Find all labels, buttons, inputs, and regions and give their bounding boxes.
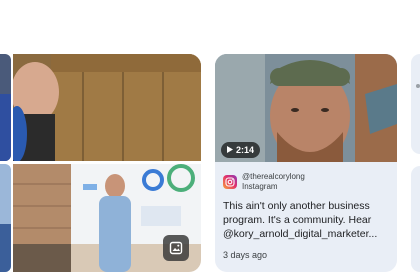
card-partial-right-bottom[interactable] — [411, 166, 420, 272]
post-timestamp: 3 days ago — [223, 250, 268, 260]
social-post-card[interactable]: 2:14 @therealcorylong Instagram This ain… — [215, 54, 397, 272]
card-partial-right-top[interactable] — [411, 54, 420, 154]
image-thumbnail-partial-left-top[interactable] — [0, 54, 11, 161]
card-partial-right-marker — [416, 84, 420, 88]
post-platform: Instagram — [242, 182, 278, 191]
image-thumbnail-partial-left-bottom[interactable] — [0, 164, 11, 272]
post-source[interactable]: @therealcorylong Instagram — [223, 172, 389, 192]
video-thumbnail[interactable]: 2:14 — [215, 54, 397, 164]
post-handle[interactable]: @therealcorylong — [242, 172, 305, 182]
image-gallery-icon — [163, 235, 189, 261]
instagram-icon — [223, 175, 237, 189]
video-duration: 2:14 — [236, 145, 255, 155]
image-thumbnail-meeting[interactable] — [13, 54, 201, 161]
play-icon — [227, 145, 233, 155]
post-description[interactable]: This ain't only another business program… — [223, 199, 389, 241]
video-duration-badge: 2:14 — [221, 142, 261, 158]
